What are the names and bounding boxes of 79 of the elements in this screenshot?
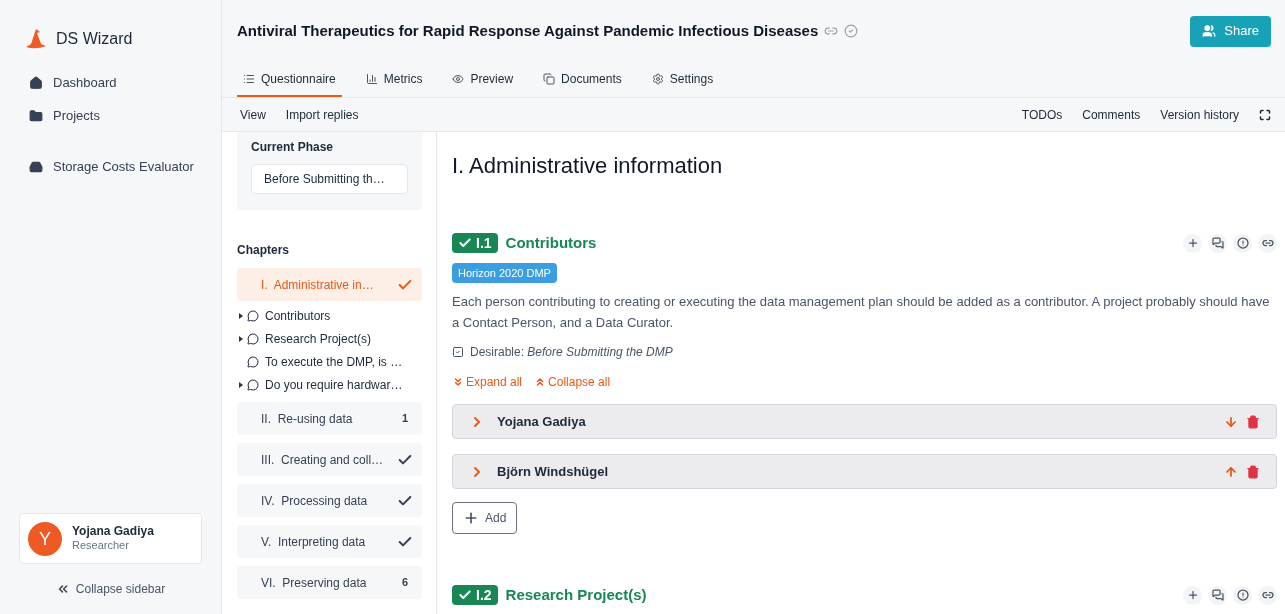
tab[interactable]: Documents	[537, 62, 628, 97]
user-role: Researcher	[72, 539, 130, 553]
comment-icon	[247, 355, 259, 368]
double-chevron-down-icon	[452, 376, 464, 388]
chapter-question[interactable]: To execute the DMP, is …	[237, 352, 422, 371]
chapter-item[interactable]: II. Re-using data 1	[237, 402, 422, 435]
nav-item[interactable]: Dashboard	[0, 72, 221, 93]
trash-icon[interactable]	[1246, 414, 1260, 429]
chapter-question[interactable]: Research Project(s)	[237, 329, 422, 348]
plus-icon	[463, 510, 479, 526]
fullscreen-icon[interactable]	[1259, 108, 1271, 121]
comments-icon[interactable]	[1208, 585, 1227, 605]
copy-icon	[543, 72, 556, 85]
users-icon	[1202, 24, 1217, 38]
item-name: Björn Windshügel	[497, 462, 610, 481]
nav-item[interactable]: Projects	[0, 105, 221, 126]
chapter-question[interactable]: Do you require hardwar…	[237, 375, 422, 394]
expand-all-link[interactable]: Expand all	[452, 373, 523, 391]
tag: Horizon 2020 DMP	[452, 262, 557, 283]
exclamation-icon[interactable]	[1233, 233, 1252, 253]
comment-icon	[247, 332, 259, 345]
home-icon	[29, 75, 43, 90]
user-card[interactable]: Y Yojana Gadiya Researcher	[19, 513, 202, 564]
desirable-phase: Desirable: Before Submitting the DMP	[470, 344, 673, 361]
chapter-title: I. Administrative information	[452, 152, 724, 180]
tab[interactable]: Metrics	[359, 62, 429, 97]
arrow-down-icon[interactable]	[1224, 414, 1238, 429]
collapse-all-link[interactable]: Collapse all	[534, 373, 611, 391]
eye-icon	[452, 72, 465, 85]
exclamation-icon[interactable]	[1233, 585, 1252, 605]
comment-icon	[247, 378, 259, 391]
comments-icon[interactable]	[1208, 233, 1227, 253]
tab[interactable]: Settings	[645, 62, 720, 97]
toolbar-button[interactable]: View	[232, 101, 274, 128]
drive-icon	[29, 159, 43, 174]
question-description: Each person contributing to creating or executing the data management plan should be added as a contributor. A project probably should have a Contact Person, and a Data Curator.	[452, 293, 1271, 332]
toolbar-button[interactable]: Import replies	[277, 101, 367, 128]
chapter-item[interactable]: IV. Processing data	[237, 484, 422, 517]
chapters-heading: Chapters	[237, 242, 290, 259]
question-title: Research Project(s)	[505, 585, 647, 605]
wizard-hat-logo-icon	[24, 28, 48, 50]
question-title: Contributors	[505, 233, 597, 253]
nav-item[interactable]: Storage Costs Evaluator	[0, 156, 221, 177]
bar-chart-icon	[365, 72, 378, 85]
chapter-question[interactable]: Contributors	[237, 306, 422, 325]
user-name: Yojana Gadiya	[72, 524, 154, 540]
check-circle-icon	[844, 24, 859, 38]
toolbar-button[interactable]: Comments	[1074, 101, 1149, 128]
add-button[interactable]: Add	[452, 502, 518, 534]
phase-label: Current Phase	[251, 139, 335, 156]
link-icon[interactable]	[1258, 233, 1277, 253]
phase-select[interactable]: Before Submitting th…	[251, 164, 408, 194]
toolbar-button[interactable]: TODOs	[1013, 101, 1071, 128]
arrow-up-icon[interactable]	[1224, 464, 1238, 479]
gear-icon	[651, 72, 664, 85]
user-avatar: Y	[28, 521, 62, 556]
project-title: Antiviral Therapeutics for Rapid Response Against Pandemic Infectious Diseases	[237, 20, 819, 41]
item-name: Yojana Gadiya	[497, 412, 587, 431]
add-icon[interactable]	[1183, 233, 1202, 253]
link-icon[interactable]	[1258, 585, 1277, 605]
checkbox-icon	[452, 346, 464, 358]
comment-icon	[247, 309, 259, 322]
chapter-item[interactable]: III. Creating and coll…	[237, 443, 422, 476]
tab[interactable]: Preview	[446, 62, 520, 97]
app-name: DS Wizard	[56, 29, 133, 49]
trash-icon[interactable]	[1246, 464, 1260, 479]
collapse-sidebar-button[interactable]: Collapse sidebar	[0, 564, 221, 614]
question-number-badge: I.1	[452, 233, 498, 254]
list-icon	[243, 72, 255, 85]
question-number-badge: I.2	[452, 585, 498, 606]
item-row[interactable]: Yojana Gadiya	[452, 404, 1277, 439]
folder-icon	[29, 108, 43, 123]
add-icon[interactable]	[1183, 585, 1202, 605]
chapter-count: 1	[400, 411, 410, 427]
toolbar-button[interactable]: Version history	[1152, 101, 1247, 128]
chapter-count: 6	[400, 575, 410, 591]
chapter-item[interactable]: VI. Preserving data 6	[237, 566, 422, 599]
item-row[interactable]: Björn Windshügel	[452, 454, 1277, 489]
chapter-item[interactable]: V. Interpreting data	[237, 525, 422, 558]
